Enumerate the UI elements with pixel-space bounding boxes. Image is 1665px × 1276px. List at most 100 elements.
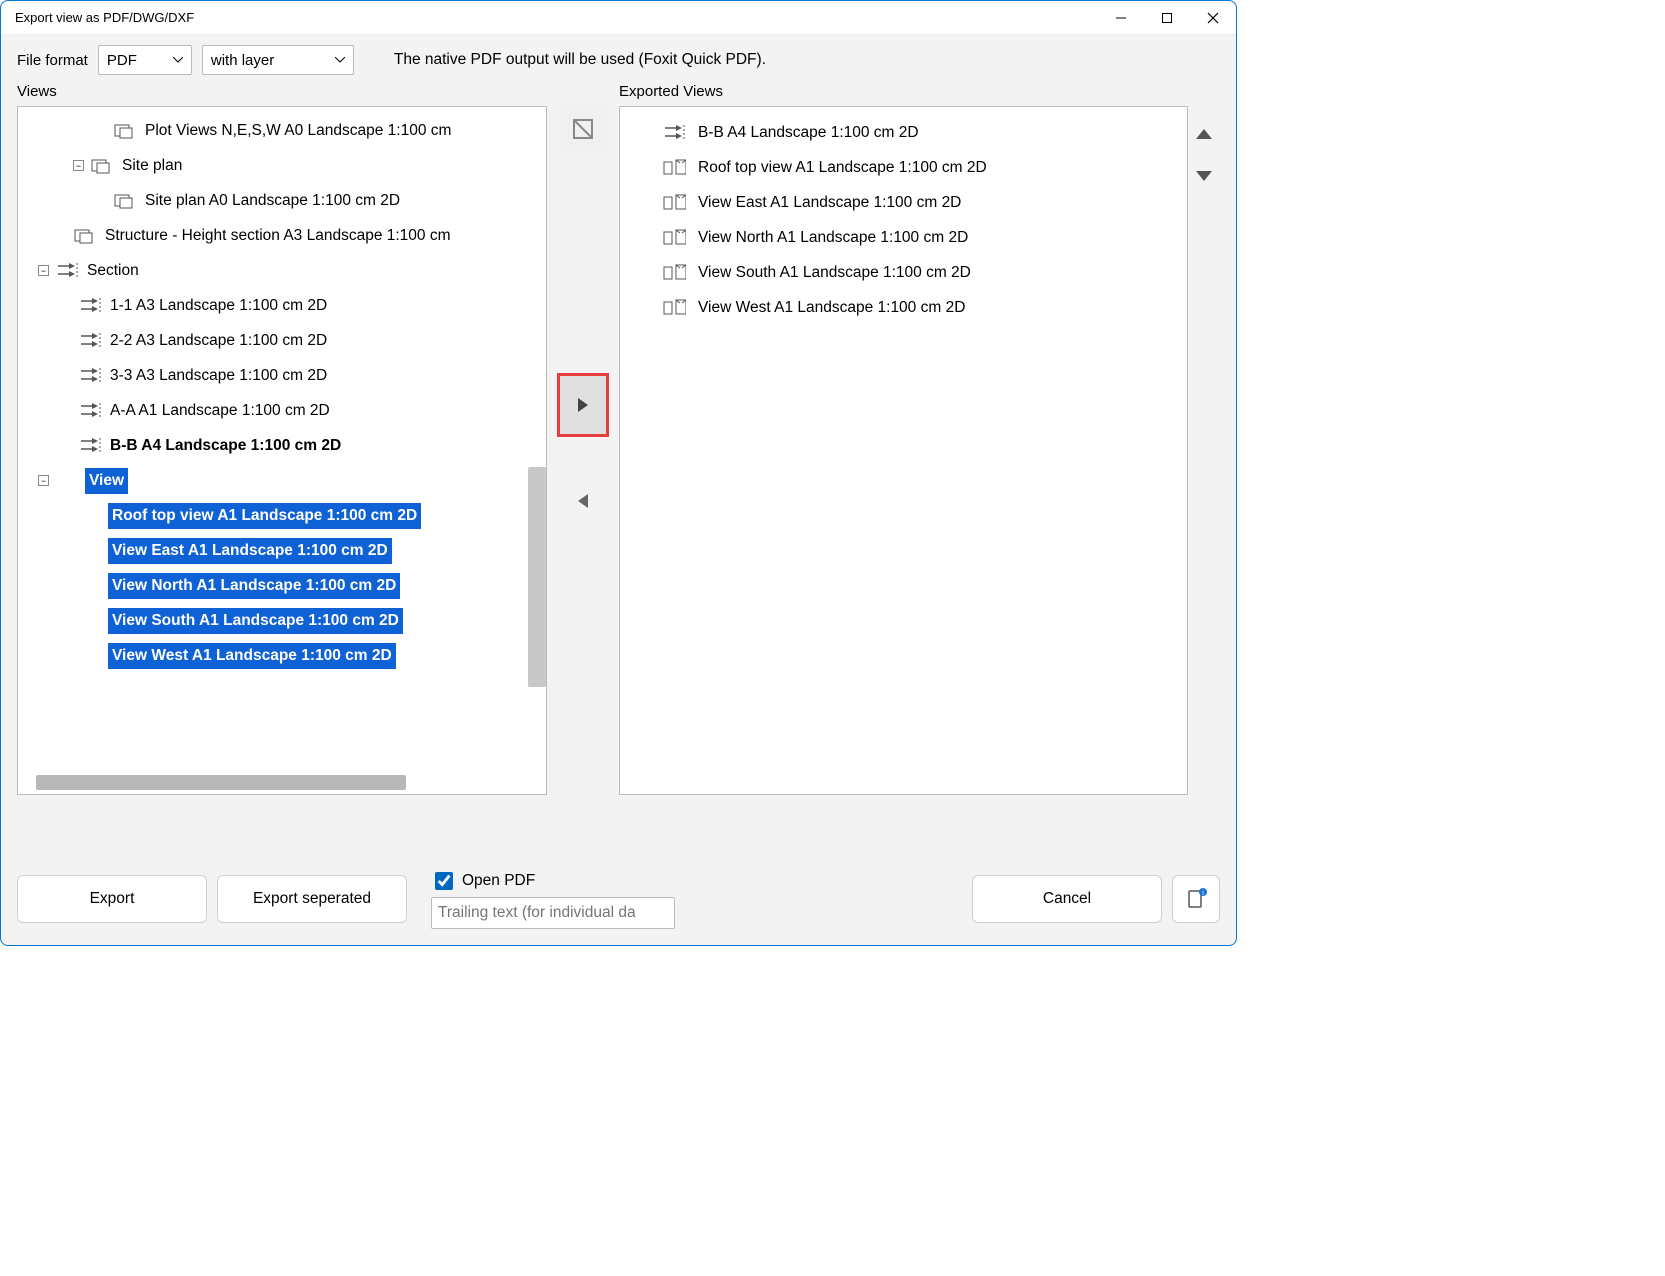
tree-item-label: Plot Views N,E,S,W A0 Landscape 1:100 cm — [143, 120, 453, 142]
maximize-button[interactable] — [1144, 1, 1190, 35]
tree-item-label: View — [85, 468, 128, 494]
cancel-button[interactable]: Cancel — [972, 875, 1162, 923]
tree-item[interactable]: − Section — [18, 253, 546, 288]
list-item-label: View North A1 Landscape 1:100 cm 2D — [698, 229, 968, 247]
list-item[interactable]: View East A1 Landscape 1:100 cm 2D — [628, 185, 1179, 220]
tree-item-label: 3-3 A3 Landscape 1:100 cm 2D — [108, 365, 329, 387]
tree-item-label: Site plan — [120, 155, 184, 177]
tree-item-label: B-B A4 Landscape 1:100 cm 2D — [108, 435, 343, 457]
list-item[interactable]: View West A1 Landscape 1:100 cm 2D — [628, 290, 1179, 325]
list-item-label: Roof top view A1 Landscape 1:100 cm 2D — [698, 159, 987, 177]
move-down-button[interactable] — [1195, 170, 1213, 182]
view3d-icon — [662, 264, 686, 282]
sheet-icon — [73, 227, 97, 245]
tree-item[interactable]: 1-1 A3 Landscape 1:100 cm 2D — [18, 288, 546, 323]
list-item-label: View South A1 Landscape 1:100 cm 2D — [698, 264, 971, 282]
file-format-label: File format — [17, 52, 88, 69]
tree-item[interactable]: 2-2 A3 Landscape 1:100 cm 2D — [18, 323, 546, 358]
list-item-label: B-B A4 Landscape 1:100 cm 2D — [698, 124, 919, 142]
view3d-icon — [55, 472, 79, 490]
view3d-icon — [662, 229, 686, 247]
view3d-icon — [662, 299, 686, 317]
list-item[interactable]: B-B A4 Landscape 1:100 cm 2D — [628, 115, 1179, 150]
tree-item[interactable]: View South A1 Landscape 1:100 cm 2D — [18, 603, 546, 638]
tree-item[interactable]: B-B A4 Landscape 1:100 cm 2D — [18, 428, 546, 463]
tree-item[interactable]: − View — [18, 463, 546, 498]
open-pdf-checkbox[interactable] — [435, 872, 453, 890]
info-button[interactable]: i — [1172, 875, 1220, 923]
horizontal-scrollbar[interactable] — [36, 775, 406, 790]
footer: Export Export seperated Open PDF Cancel … — [1, 855, 1236, 945]
tree-item-label: View South A1 Landscape 1:100 cm 2D — [108, 608, 403, 634]
layer-select[interactable]: with layer — [202, 45, 354, 75]
view3d-icon — [78, 612, 102, 630]
view3d-icon — [78, 507, 102, 525]
view3d-icon — [78, 577, 102, 595]
output-hint: The native PDF output will be used (Foxi… — [394, 51, 766, 69]
view3d-icon — [78, 647, 102, 665]
tree-item-label: Site plan A0 Landscape 1:100 cm 2D — [143, 190, 402, 212]
exported-views-list[interactable]: B-B A4 Landscape 1:100 cm 2D Roof top vi… — [619, 106, 1188, 795]
section-icon — [78, 332, 102, 350]
window-title: Export view as PDF/DWG/DXF — [1, 10, 194, 25]
trailing-text-input[interactable] — [431, 897, 675, 929]
list-item[interactable]: View North A1 Landscape 1:100 cm 2D — [628, 220, 1179, 255]
sheet-icon — [113, 122, 137, 140]
section-icon — [662, 124, 686, 142]
section-icon — [78, 367, 102, 385]
sheet-icon — [90, 157, 114, 175]
list-item[interactable]: Roof top view A1 Landscape 1:100 cm 2D — [628, 150, 1179, 185]
tree-item[interactable]: View West A1 Landscape 1:100 cm 2D — [18, 638, 546, 673]
close-button[interactable] — [1190, 1, 1236, 35]
minimize-button[interactable] — [1098, 1, 1144, 35]
open-pdf-checkbox-row[interactable]: Open PDF — [431, 869, 675, 893]
section-icon — [78, 297, 102, 315]
section-icon — [78, 402, 102, 420]
rotate-orientation-button[interactable] — [559, 105, 607, 153]
tree-item-label: View North A1 Landscape 1:100 cm 2D — [108, 573, 400, 599]
list-item-label: View East A1 Landscape 1:100 cm 2D — [698, 194, 961, 212]
tree-item-label: View West A1 Landscape 1:100 cm 2D — [108, 643, 396, 669]
tree-item[interactable]: 3-3 A3 Landscape 1:100 cm 2D — [18, 358, 546, 393]
tree-item-label: 2-2 A3 Landscape 1:100 cm 2D — [108, 330, 329, 352]
topbar: File format PDF with layer The native PD… — [1, 35, 1236, 79]
section-icon — [55, 262, 79, 280]
tree-item[interactable]: Site plan A0 Landscape 1:100 cm 2D — [18, 183, 546, 218]
file-format-select[interactable]: PDF — [98, 45, 192, 75]
titlebar: Export view as PDF/DWG/DXF — [1, 1, 1236, 35]
tree-item[interactable]: Roof top view A1 Landscape 1:100 cm 2D — [18, 498, 546, 533]
tree-item[interactable]: Structure - Height section A3 Landscape … — [18, 218, 546, 253]
sheet-icon — [113, 192, 137, 210]
tree-item[interactable]: A-A A1 Landscape 1:100 cm 2D — [18, 393, 546, 428]
views-tree[interactable]: Plot Views N,E,S,W A0 Landscape 1:100 cm… — [17, 106, 547, 795]
expand-toggle[interactable]: − — [38, 265, 49, 276]
tree-item[interactable]: View North A1 Landscape 1:100 cm 2D — [18, 568, 546, 603]
tree-item[interactable]: View East A1 Landscape 1:100 cm 2D — [18, 533, 546, 568]
section-icon — [78, 437, 102, 455]
view3d-icon — [78, 542, 102, 560]
view3d-icon — [662, 159, 686, 177]
remove-from-export-button[interactable] — [559, 477, 607, 525]
expand-toggle[interactable]: − — [73, 160, 84, 171]
list-item-label: View West A1 Landscape 1:100 cm 2D — [698, 299, 965, 317]
exported-views-header: Exported Views — [619, 83, 1220, 100]
list-item[interactable]: View South A1 Landscape 1:100 cm 2D — [628, 255, 1179, 290]
export-button[interactable]: Export — [17, 875, 207, 923]
tree-item-label: Section — [85, 260, 141, 282]
open-pdf-label: Open PDF — [462, 872, 535, 890]
tree-item[interactable]: Plot Views N,E,S,W A0 Landscape 1:100 cm — [18, 113, 546, 148]
tree-item-label: 1-1 A3 Landscape 1:100 cm 2D — [108, 295, 329, 317]
views-header: Views — [17, 83, 547, 100]
add-to-export-button[interactable] — [557, 373, 609, 437]
tree-item-label: Roof top view A1 Landscape 1:100 cm 2D — [108, 503, 421, 529]
view3d-icon — [662, 194, 686, 212]
expand-toggle[interactable]: − — [38, 475, 49, 486]
tree-item[interactable]: − Site plan — [18, 148, 546, 183]
tree-item-label: Structure - Height section A3 Landscape … — [103, 225, 453, 247]
export-separated-button[interactable]: Export seperated — [217, 875, 407, 923]
move-up-button[interactable] — [1195, 128, 1213, 140]
export-dialog: Export view as PDF/DWG/DXF File format P… — [0, 0, 1237, 946]
tree-item-label: A-A A1 Landscape 1:100 cm 2D — [108, 400, 332, 422]
tree-item-label: View East A1 Landscape 1:100 cm 2D — [108, 538, 392, 564]
vertical-scrollbar[interactable] — [528, 467, 546, 687]
